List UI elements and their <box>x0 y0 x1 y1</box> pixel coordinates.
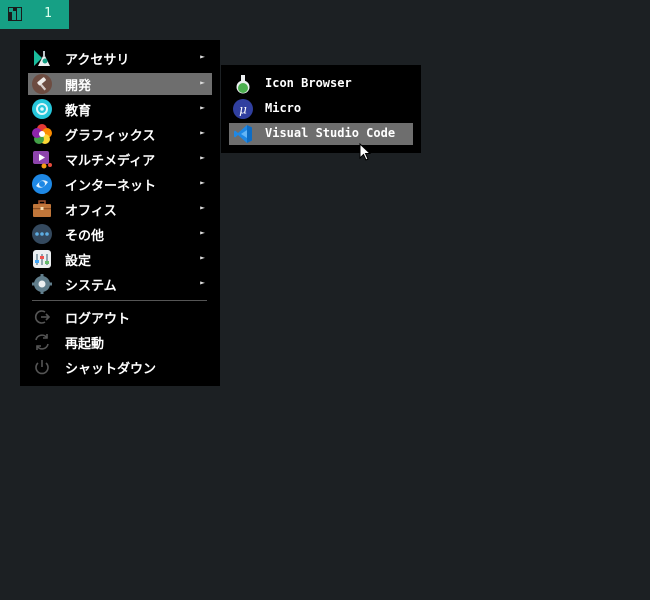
restart-icon <box>35 334 49 350</box>
menu-item-label: マルチメディア <box>65 154 156 169</box>
menu-item-office[interactable]: オフィス ► <box>28 198 212 220</box>
menu-item-label: 教育 <box>65 104 92 119</box>
submenu-item-label: Micro <box>265 101 302 115</box>
vscode-icon <box>234 125 252 143</box>
education-icon <box>32 99 52 119</box>
menu-item-label: 再起動 <box>65 337 105 352</box>
svg-text:μ: μ <box>239 103 247 117</box>
submenu-arrow-icon: ► <box>200 103 205 112</box>
submenu-arrow-icon: ► <box>200 228 205 237</box>
menu-item-logout[interactable]: ログアウト <box>28 306 212 328</box>
menu-item-internet[interactable]: インターネット ► <box>28 173 212 195</box>
menu-item-label: オフィス <box>65 204 117 219</box>
menu-item-graphics[interactable]: グラフィックス ► <box>28 123 212 145</box>
menu-item-label: シャットダウン <box>65 362 157 377</box>
menu-item-other[interactable]: その他 ► <box>28 223 212 245</box>
menu-item-education[interactable]: 教育 ► <box>28 98 212 120</box>
menu-item-development[interactable]: 開発 ► <box>28 73 212 95</box>
other-dots-icon <box>32 224 52 244</box>
icon-browser-flask-icon <box>236 75 250 94</box>
development-submenu: Icon Browser μ Micro Visual Studio Code <box>221 65 421 153</box>
menu-item-shutdown[interactable]: シャットダウン <box>28 356 212 378</box>
submenu-item-micro[interactable]: μ Micro <box>229 98 413 120</box>
power-icon <box>35 360 49 375</box>
menu-item-system[interactable]: システム ► <box>28 273 212 295</box>
internet-icon <box>32 174 52 194</box>
manjaro-logo-icon[interactable] <box>8 7 22 21</box>
menu-item-label: 開発 <box>65 79 92 94</box>
menu-item-label: 設定 <box>65 254 92 269</box>
submenu-arrow-icon: ► <box>200 203 205 212</box>
menu-item-label: システム <box>65 279 117 294</box>
submenu-item-label: Icon Browser <box>265 76 352 90</box>
menu-separator <box>32 300 207 301</box>
menu-item-multimedia[interactable]: マルチメディア ► <box>28 148 212 170</box>
submenu-arrow-icon: ► <box>200 278 205 287</box>
office-briefcase-icon <box>33 200 51 217</box>
submenu-arrow-icon: ► <box>200 153 205 162</box>
submenu-item-vscode[interactable]: Visual Studio Code <box>229 123 413 145</box>
mouse-cursor-icon <box>359 143 371 161</box>
graphics-icon <box>32 124 52 144</box>
workspace-number[interactable]: 1 <box>44 6 52 21</box>
submenu-arrow-icon: ► <box>200 128 205 137</box>
development-hammer-icon <box>32 74 52 94</box>
menu-item-settings[interactable]: 設定 ► <box>28 248 212 270</box>
menu-item-label: インターネット <box>65 179 157 194</box>
settings-icon <box>33 250 51 268</box>
menu-item-restart[interactable]: 再起動 <box>28 331 212 353</box>
multimedia-icon <box>33 151 52 169</box>
submenu-arrow-icon: ► <box>200 253 205 262</box>
menu-item-label: ログアウト <box>65 312 131 327</box>
submenu-item-label: Visual Studio Code <box>265 126 396 140</box>
accessories-icon <box>34 50 50 66</box>
menu-item-accessories[interactable]: アクセサリ ► <box>28 47 212 69</box>
submenu-item-icon-browser[interactable]: Icon Browser <box>229 73 413 95</box>
menu-item-label: その他 <box>65 229 105 244</box>
menu-item-label: グラフィックス <box>65 129 156 144</box>
menu-item-label: アクセサリ <box>65 53 130 68</box>
submenu-arrow-icon: ► <box>200 52 205 61</box>
panel-workspace-area[interactable]: 1 <box>0 0 69 29</box>
application-menu: アクセサリ ► 開発 ► 教育 ► グラフィックス ► マルチメディア ► イン… <box>20 40 220 386</box>
submenu-arrow-icon: ► <box>200 78 205 87</box>
submenu-arrow-icon: ► <box>200 178 205 187</box>
system-gear-icon <box>32 274 52 294</box>
micro-editor-icon: μ <box>233 99 253 119</box>
logout-icon <box>34 310 51 324</box>
